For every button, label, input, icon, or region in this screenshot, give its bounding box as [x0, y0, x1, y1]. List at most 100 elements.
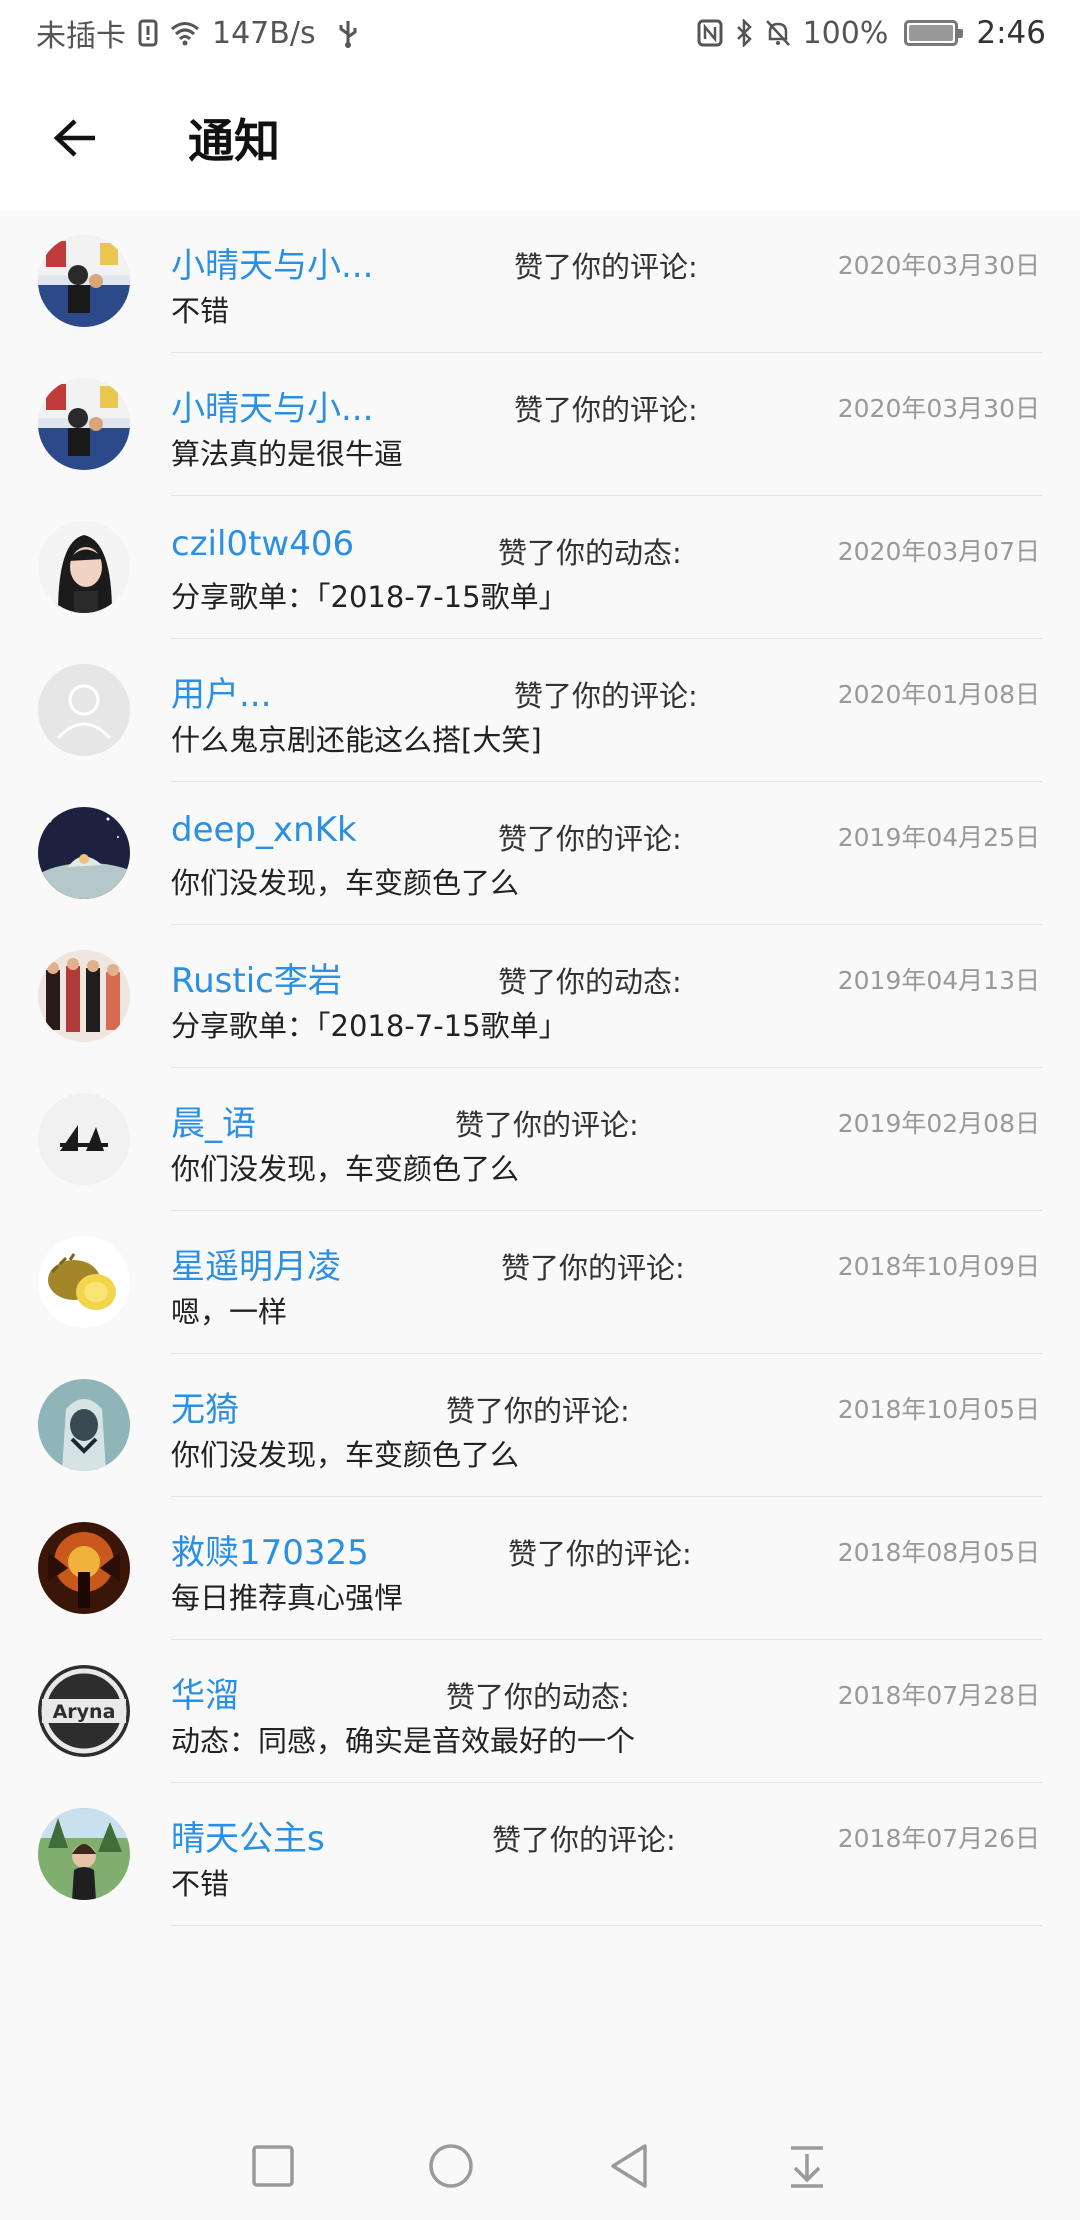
mute-icon [765, 19, 791, 47]
battery-level: 100% [802, 15, 889, 51]
content-text: 算法真的是很牛逼 [171, 437, 404, 471]
avatar[interactable] [38, 1808, 130, 1900]
content-text: 你们没发现，车变颜色了么 [171, 1438, 520, 1472]
notification-list: 小晴天与小... 赞了你的评论: 2020年03月30日 不错 小晴天与小...… [0, 210, 1080, 1926]
user-name[interactable]: 华溜 [171, 1668, 239, 1717]
notification-item[interactable]: 小晴天与小... 赞了你的评论: 2020年03月30日 算法真的是很牛逼 [0, 353, 1080, 496]
avatar[interactable] [38, 807, 130, 899]
user-name[interactable]: 小晴天与小... [171, 381, 373, 430]
notification-item[interactable]: 晴天公主s 赞了你的评论: 2018年07月26日 不错 [0, 1783, 1080, 1926]
user-name[interactable]: 晨_语 [171, 1096, 256, 1145]
app-header: 通知 [0, 66, 1080, 210]
action-text: 赞了你的评论: [514, 679, 698, 713]
content-text: 每日推荐真心强悍 [171, 1581, 404, 1615]
action-text: 赞了你的评论: [514, 250, 698, 284]
user-name[interactable]: 无猗 [171, 1382, 239, 1431]
content-text: 分享歌单：「2018-7-15歌单」 [171, 580, 568, 614]
content-text: 什么鬼京剧还能这么搭[大笑] [171, 723, 542, 757]
notification-item[interactable]: 用户... 赞了你的评论: 2020年01月08日 什么鬼京剧还能这么搭[大笑] [0, 639, 1080, 782]
circle-icon [429, 2144, 473, 2188]
content-text: 动态：同感，确实是音效最好的一个 [171, 1724, 636, 1758]
date-text: 2020年03月07日 [837, 537, 1040, 566]
user-name[interactable]: deep_xnKk [171, 810, 357, 850]
status-bar: 未插卡 147B/s 100% 2:46 [0, 0, 1080, 66]
battery-icon [904, 20, 964, 46]
avatar[interactable]: Aryna [38, 1665, 130, 1757]
action-text: 赞了你的评论: [455, 1108, 639, 1142]
date-text: 2020年03月30日 [837, 394, 1040, 423]
avatar[interactable] [38, 235, 130, 327]
back-nav-button[interactable] [595, 2132, 663, 2200]
wifi-icon [170, 20, 200, 46]
system-nav-bar [0, 2112, 1080, 2220]
user-name[interactable]: 小晴天与小... [171, 238, 373, 287]
action-text: 赞了你的评论: [501, 1251, 685, 1285]
avatar[interactable] [38, 378, 130, 470]
avatar[interactable] [38, 664, 130, 756]
notification-pull-button[interactable] [773, 2132, 841, 2200]
notification-item[interactable]: 小晴天与小... 赞了你的评论: 2020年03月30日 不错 [0, 210, 1080, 353]
square-icon [252, 2145, 294, 2187]
clock: 2:46 [976, 15, 1046, 51]
date-text: 2020年01月08日 [837, 680, 1040, 709]
sim-alert-icon [138, 19, 158, 47]
notification-item[interactable]: 无猗 赞了你的评论: 2018年10月05日 你们没发现，车变颜色了么 [0, 1354, 1080, 1497]
user-name[interactable]: 救赎170325 [171, 1525, 369, 1574]
date-text: 2020年03月30日 [837, 251, 1040, 280]
content-text: 不错 [171, 1867, 230, 1901]
date-text: 2019年02月08日 [837, 1109, 1040, 1138]
user-name[interactable]: 用户... [171, 667, 271, 716]
notification-item[interactable]: Aryna 华溜 赞了你的动态: 2018年07月28日 动态：同感，确实是音效… [0, 1640, 1080, 1783]
avatar[interactable] [38, 950, 130, 1042]
date-text: 2018年08月05日 [837, 1538, 1040, 1567]
carrier-label: 未插卡 [36, 19, 126, 54]
date-text: 2018年10月05日 [837, 1395, 1040, 1424]
avatar[interactable] [38, 1236, 130, 1328]
user-name[interactable]: 晴天公主s [171, 1811, 325, 1860]
content-text: 不错 [171, 294, 230, 328]
nfc-icon [697, 19, 723, 47]
content-text: 你们没发现，车变颜色了么 [171, 1152, 520, 1186]
avatar[interactable] [38, 1522, 130, 1614]
content-text: 分享歌单：「2018-7-15歌单」 [171, 1009, 568, 1043]
bluetooth-icon [735, 19, 753, 47]
date-text: 2018年10月09日 [837, 1252, 1040, 1281]
notification-item[interactable]: Rustic李岩 赞了你的动态: 2019年04月13日 分享歌单：「2018-… [0, 925, 1080, 1068]
action-text: 赞了你的动态: [498, 965, 682, 999]
action-text: 赞了你的评论: [446, 1394, 630, 1428]
date-text: 2018年07月28日 [837, 1681, 1040, 1710]
avatar[interactable] [38, 521, 130, 613]
page-title: 通知 [188, 114, 280, 168]
action-text: 赞了你的动态: [446, 1680, 630, 1714]
arrow-left-icon [53, 119, 95, 157]
usb-icon [338, 18, 358, 48]
action-text: 赞了你的评论: [508, 1537, 692, 1571]
action-text: 赞了你的评论: [498, 822, 682, 856]
notification-item[interactable]: 星遥明月凌 赞了你的评论: 2018年10月09日 嗯，一样 [0, 1211, 1080, 1354]
notification-item[interactable]: 晨_语 赞了你的评论: 2019年02月08日 你们没发现，车变颜色了么 [0, 1068, 1080, 1211]
avatar[interactable] [38, 1093, 130, 1185]
network-speed: 147B/s [212, 15, 316, 51]
pull-down-icon [791, 2146, 823, 2188]
content-text: 你们没发现，车变颜色了么 [171, 866, 520, 900]
divider [171, 1925, 1042, 1926]
avatar[interactable] [38, 1379, 130, 1471]
date-text: 2019年04月13日 [837, 966, 1040, 995]
back-button[interactable] [38, 101, 112, 175]
avatar-logo-text: Aryna [53, 1701, 116, 1723]
notification-item[interactable]: 救赎170325 赞了你的评论: 2018年08月05日 每日推荐真心强悍 [0, 1497, 1080, 1640]
triangle-back-icon [611, 2144, 647, 2188]
notification-item[interactable]: deep_xnKk 赞了你的评论: 2019年04月25日 你们没发现，车变颜色… [0, 782, 1080, 925]
recent-apps-button[interactable] [239, 2132, 307, 2200]
status-left: 未插卡 147B/s [36, 11, 358, 55]
action-text: 赞了你的评论: [492, 1823, 676, 1857]
action-text: 赞了你的评论: [514, 393, 698, 427]
user-name[interactable]: Rustic李岩 [171, 953, 342, 1002]
date-text: 2018年07月26日 [837, 1824, 1040, 1853]
date-text: 2019年04月25日 [837, 823, 1040, 852]
user-name[interactable]: 星遥明月凌 [171, 1239, 341, 1288]
status-right: 100% 2:46 [697, 15, 1046, 51]
user-name[interactable]: czil0tw406 [171, 524, 354, 564]
notification-item[interactable]: czil0tw406 赞了你的动态: 2020年03月07日 分享歌单：「201… [0, 496, 1080, 639]
home-button[interactable] [417, 2132, 485, 2200]
